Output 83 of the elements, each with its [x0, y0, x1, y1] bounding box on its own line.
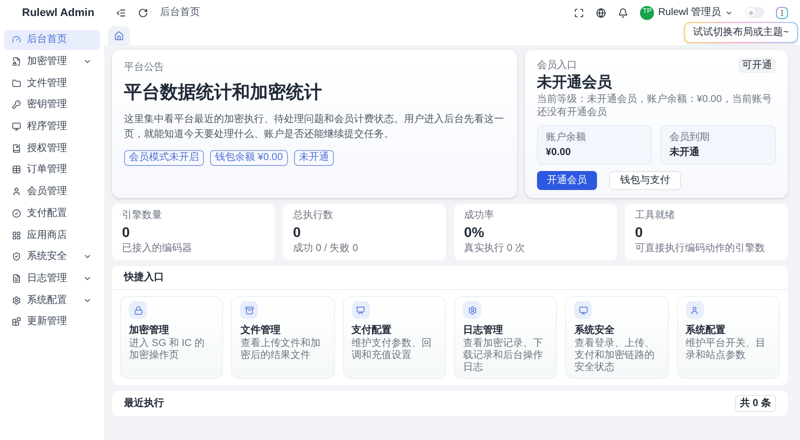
tile-value: ¥0.00	[546, 146, 572, 160]
membership-title: 未开通会员	[536, 73, 613, 93]
shortcut-card[interactable]: 系统安全 查看登录、上传、支付和加密链路的安全状态	[565, 296, 669, 379]
sidebar-item[interactable]: 加密管理	[4, 52, 100, 72]
stat-note: 真实执行 0 次	[464, 242, 526, 256]
sidebar-item[interactable]: 后台首页	[4, 30, 100, 50]
shortcut-description: 进入 SG 和 IC 的加密操作页	[129, 338, 206, 362]
membership-description: 当前等级：未开通会员，账户余额：¥0.00，当前账号还没有开通会员	[536, 93, 773, 119]
stat-value: 0	[635, 223, 644, 241]
theme-toggle[interactable]	[745, 7, 764, 18]
shortcut-title: 日志管理	[463, 324, 504, 338]
sidebar-item[interactable]: 更新管理	[4, 312, 100, 332]
sun-icon	[748, 10, 754, 16]
status-badge: 可开通	[738, 58, 776, 73]
app-title: Rulewl Admin	[22, 6, 94, 21]
sidebar-item[interactable]: 文件管理	[4, 73, 100, 94]
eyebrow-label: 会员入口	[536, 58, 577, 73]
shortcut-title: 加密管理	[129, 324, 170, 338]
sidebar-item[interactable]: 日志管理	[4, 268, 100, 288]
panel-title: 最近执行	[124, 396, 164, 411]
status-tag: 钱包余额 ¥0.00	[210, 150, 288, 166]
status-tag: 会员模式未开启	[124, 150, 204, 166]
sidebar-item[interactable]: 订单管理	[4, 160, 100, 180]
shortcut-card[interactable]: 日志管理 查看加密记录、下载记录和后台操作日志	[454, 296, 558, 379]
sidebar-item[interactable]: 系统配置	[4, 290, 100, 310]
eyebrow-label: 平台公告	[124, 60, 165, 75]
shortcut-description: 维护支付参数、回调和充值设置	[352, 338, 433, 362]
sidebar-item[interactable]: 密钥管理	[4, 95, 100, 115]
user-name[interactable]: Rulewl 管理员	[658, 5, 721, 20]
hero-description: 这里集中看平台最近的加密执行、待处理问题和会员计费状态。用户进入后台先看这一页，就能知道今天要处理什么、账户是否还能继续提交任务。	[124, 112, 505, 142]
shortcut-card[interactable]: 加密管理 进入 SG 和 IC 的加密操作页	[120, 296, 224, 379]
stat-note: 可直接执行编码动作的引擎数	[635, 242, 766, 256]
stat-note: 已接入的编码器	[122, 242, 193, 256]
sidebar-item[interactable]: 应用商店	[4, 225, 100, 245]
sidebar-item[interactable]: 支付配置	[4, 204, 100, 224]
sidebar-item[interactable]: 授权管理	[4, 138, 100, 158]
stat-label: 引擎数量	[122, 208, 163, 223]
tooltip: 试试切换布局或主题~	[684, 22, 798, 43]
breadcrumb[interactable]: 后台首页	[160, 5, 200, 20]
shortcut-description: 查看加密记录、下载记录和后台操作日志	[463, 338, 544, 374]
primary-button[interactable]: 开通会员	[536, 171, 597, 190]
stat-value: 0	[293, 223, 302, 241]
shortcut-description: 查看登录、上传、支付和加密链路的安全状态	[574, 338, 656, 374]
refresh-icon[interactable]	[138, 8, 148, 18]
sidebar-item[interactable]: 会员管理	[4, 182, 100, 202]
shortcut-icon	[352, 301, 370, 319]
stat-value: 0%	[464, 223, 486, 241]
fullscreen-icon[interactable]	[574, 8, 584, 18]
stat-value: 0	[122, 223, 131, 241]
bell-icon[interactable]	[618, 8, 628, 18]
shortcut-title: 文件管理	[240, 324, 282, 338]
shortcut-title: 系统安全	[574, 323, 616, 338]
shortcut-card[interactable]: 系统配置 维护平台开关、目录和站点参数	[676, 296, 780, 379]
shortcut-icon	[574, 301, 592, 319]
tile-label: 账户余额	[546, 130, 587, 145]
shortcut-description: 查看上传文件和加密后的结果文件	[240, 338, 322, 362]
sidebar-item[interactable]: 系统安全	[4, 246, 100, 267]
shortcut-icon	[129, 301, 147, 319]
shortcut-card[interactable]: 支付配置 维护支付参数、回调和充值设置	[342, 296, 446, 379]
globe-icon[interactable]	[596, 8, 606, 18]
more-button[interactable]	[776, 6, 788, 18]
count-badge: 共 0 条	[734, 395, 776, 412]
shortcut-icon	[240, 301, 258, 319]
shortcut-title: 支付配置	[352, 324, 393, 338]
stat-label: 总执行数	[293, 208, 334, 223]
stat-label: 成功率	[464, 208, 495, 223]
status-tag: 未开通	[294, 150, 334, 166]
home-icon	[114, 30, 124, 40]
shortcut-card[interactable]: 文件管理 查看上传文件和加密后的结果文件	[231, 296, 335, 379]
shortcut-icon	[463, 301, 481, 319]
home-tab[interactable]	[108, 26, 130, 45]
shortcut-title: 系统配置	[686, 324, 727, 338]
panel-title: 快捷入口	[112, 266, 788, 290]
secondary-button[interactable]: 钱包与支付	[608, 171, 681, 190]
tile-label: 会员到期	[669, 130, 710, 145]
stat-label: 工具就绪	[635, 208, 676, 223]
hero-title: 平台数据统计和加密统计	[124, 81, 323, 104]
sidebar-item[interactable]: 程序管理	[4, 116, 100, 136]
menu-toggle-icon[interactable]	[116, 8, 126, 18]
shortcut-description: 维护平台开关、目录和站点参数	[686, 338, 767, 362]
shortcut-icon	[686, 301, 704, 319]
stat-note: 成功 0 / 失败 0	[293, 242, 360, 256]
tile-value: 未开通	[669, 146, 700, 160]
